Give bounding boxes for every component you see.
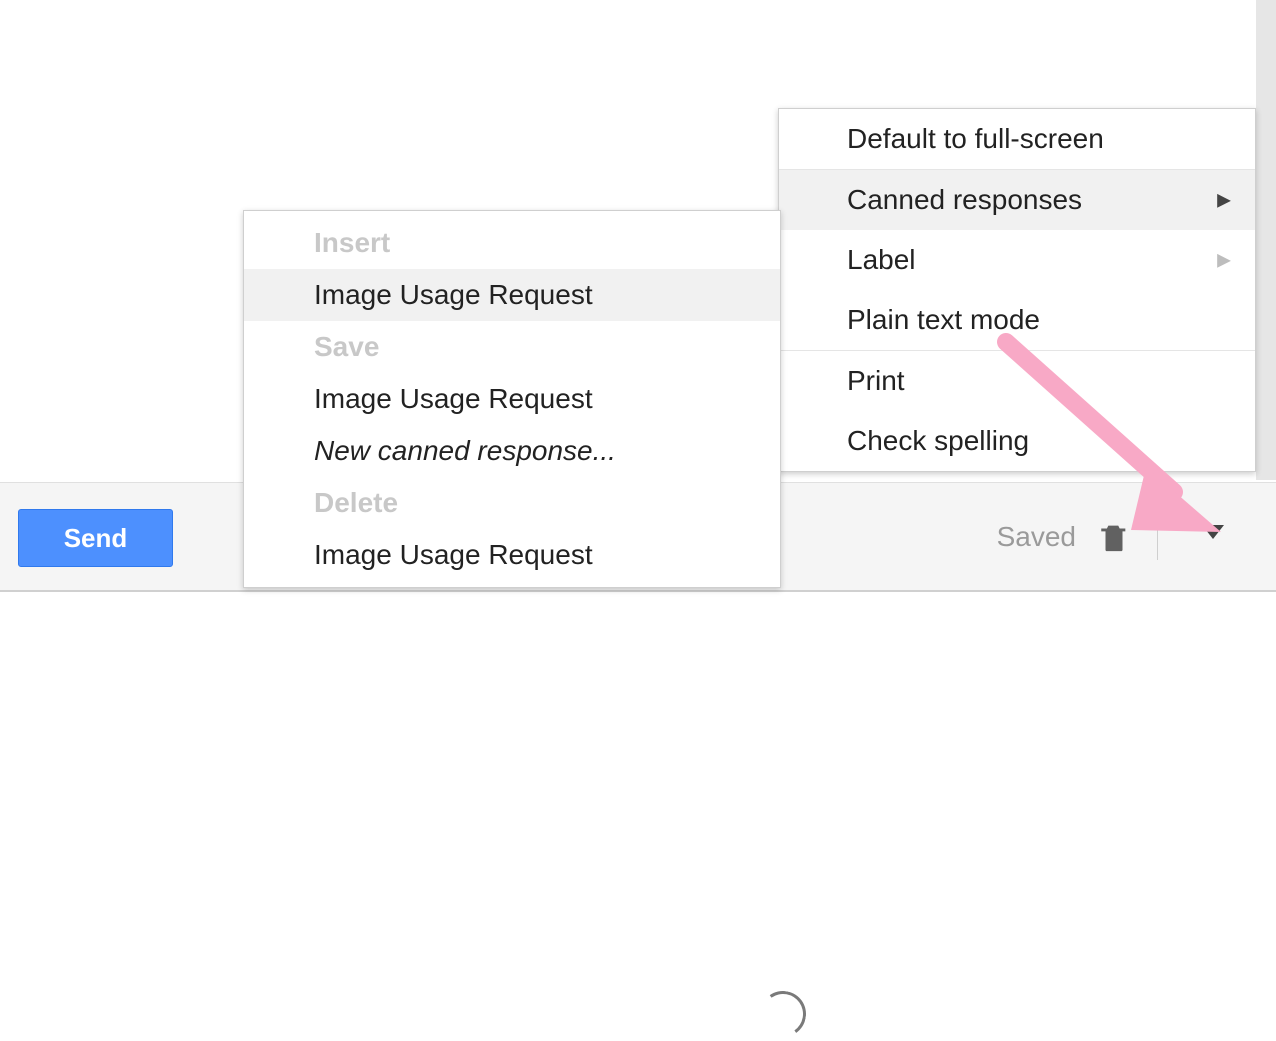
menu-item-plain-text[interactable]: Plain text mode [779,290,1255,350]
send-button[interactable]: Send [18,509,173,567]
menu-section: Default to full-screen [779,109,1255,169]
submenu-header-save: Save [244,321,780,373]
submenu-item-new-canned-response[interactable]: New canned response... [244,425,780,477]
toolbar-divider [1157,505,1158,560]
menu-item-label: Canned responses [847,184,1082,215]
menu-item-label[interactable]: Label ▶ [779,230,1255,290]
submenu-header-delete: Delete [244,477,780,529]
menu-item-label: Print [847,365,905,396]
menu-item-label: Plain text mode [847,304,1040,335]
more-options-dropdown[interactable] [1202,525,1224,539]
menu-item-canned-responses[interactable]: Canned responses ▶ [779,170,1255,230]
submenu-item-delete-template[interactable]: Image Usage Request [244,529,780,581]
submenu-item-save-template[interactable]: Image Usage Request [244,373,780,425]
chevron-right-icon: ▶ [1217,190,1231,211]
menu-item-check-spelling[interactable]: Check spelling [779,411,1255,471]
submenu-item-insert-template[interactable]: Image Usage Request [244,269,780,321]
menu-section: Canned responses ▶ Label ▶ Plain text mo… [779,169,1255,350]
chevron-right-icon: ▶ [1217,250,1231,271]
canned-responses-submenu: Insert Image Usage Request Save Image Us… [243,210,781,588]
saved-status: Saved [997,521,1076,553]
menu-section: Print Check spelling [779,350,1255,471]
menu-item-label: Label [847,244,916,275]
more-options-menu: Default to full-screen Canned responses … [778,108,1256,472]
menu-item-print[interactable]: Print [779,351,1255,411]
menu-item-fullscreen[interactable]: Default to full-screen [779,109,1255,169]
menu-item-label: Check spelling [847,425,1029,456]
menu-item-label: Default to full-screen [847,123,1104,154]
trash-icon[interactable] [1097,515,1131,559]
submenu-header-insert: Insert [244,217,780,269]
insert-icon[interactable] [756,987,809,1040]
